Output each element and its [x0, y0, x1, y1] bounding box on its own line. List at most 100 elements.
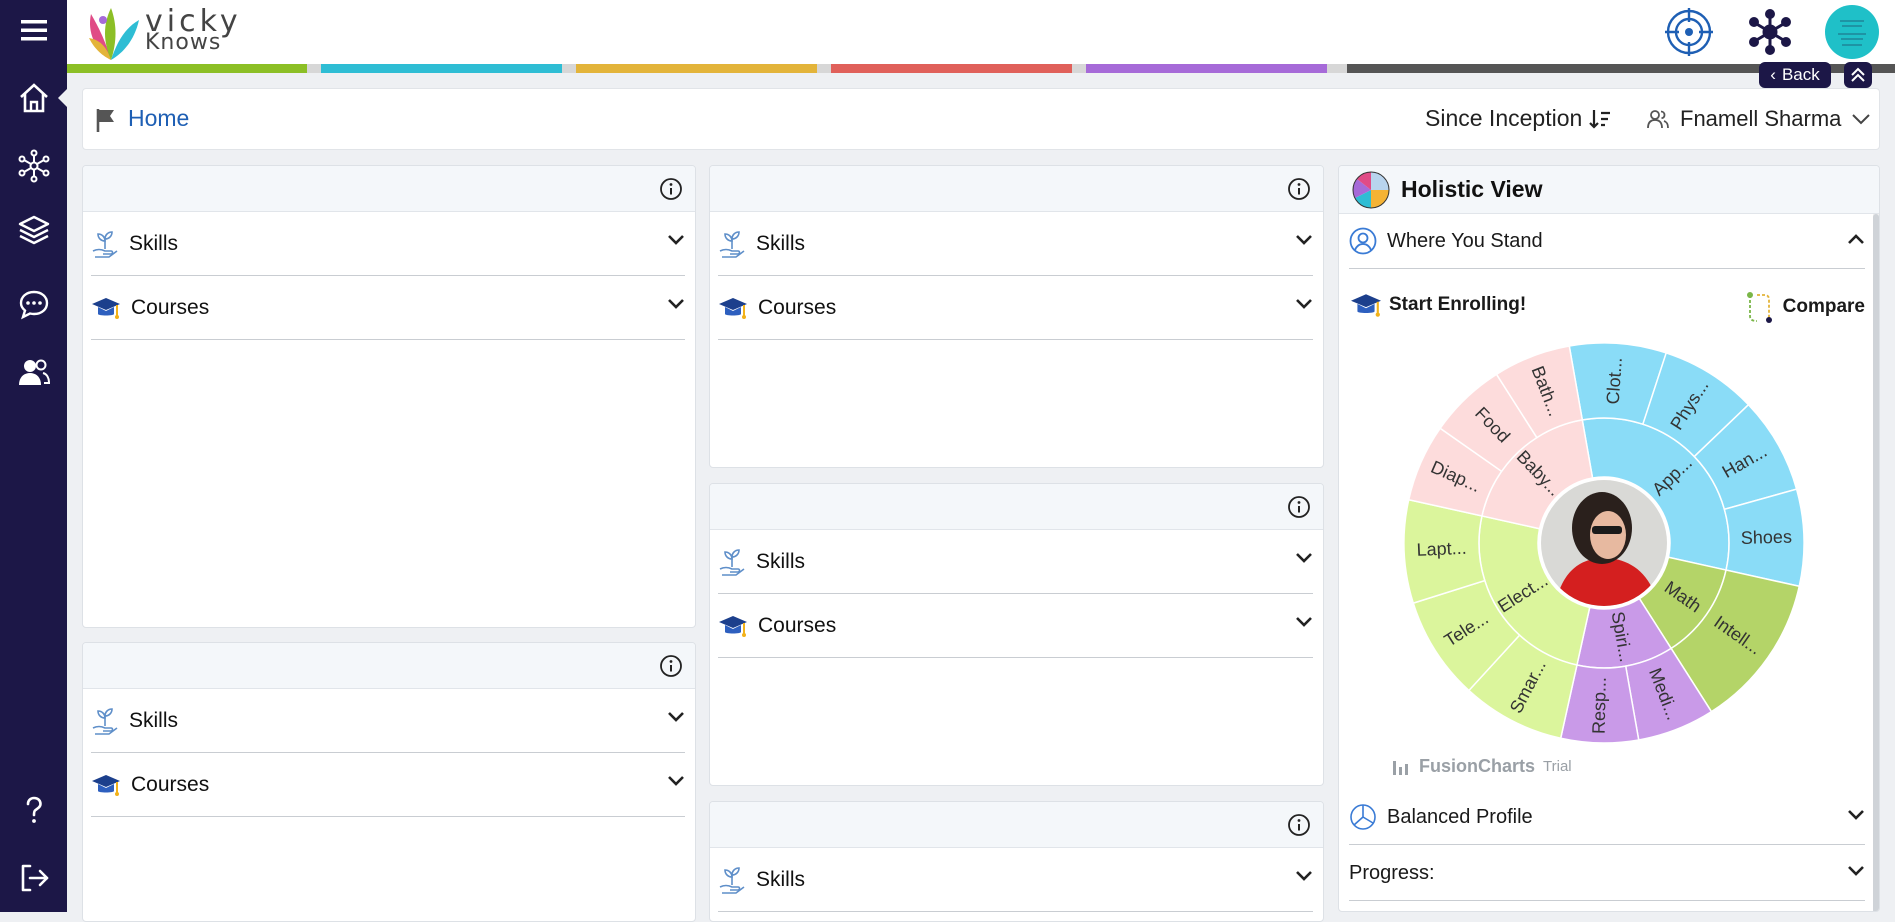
top-bar: vicky Knows: [67, 0, 1895, 64]
info-icon[interactable]: [1287, 177, 1311, 201]
balanced-profile-accordion[interactable]: Balanced Profile: [1349, 790, 1865, 845]
watermark-text: FusionCharts: [1419, 756, 1536, 776]
info-icon[interactable]: [659, 654, 683, 678]
help-icon[interactable]: [0, 782, 67, 838]
courses-accordion[interactable]: Courses: [91, 276, 685, 340]
sunburst-outer-label: Resp...: [1589, 677, 1610, 734]
sidebar: [0, 0, 68, 912]
dashboard-card: Skills Courses: [82, 165, 696, 628]
target-icon[interactable]: [1661, 4, 1717, 60]
info-icon[interactable]: [659, 177, 683, 201]
flag-icon: [96, 109, 114, 132]
logo-mark-icon: [89, 8, 139, 60]
double-chevron-up-icon: [1851, 67, 1865, 82]
card-header: [83, 643, 695, 689]
period-sort-selector[interactable]: Since Inception: [1425, 105, 1612, 132]
skills-accordion[interactable]: Skills: [718, 848, 1313, 912]
color-strip: [67, 64, 1895, 73]
chat-icon[interactable]: [0, 276, 67, 332]
chevron-down-icon: [1296, 235, 1312, 245]
courses-label: Courses: [131, 772, 210, 796]
skills-accordion[interactable]: Skills: [91, 212, 685, 276]
chevron-down-icon: [1296, 553, 1312, 563]
compare-button[interactable]: Compare: [1745, 290, 1865, 324]
fusioncharts-watermark: FusionCharts Trial: [1391, 756, 1572, 777]
skills-label: Skills: [129, 708, 179, 732]
layers-icon[interactable]: [0, 202, 67, 258]
skills-label: Skills: [129, 231, 179, 255]
dashboard-card: Skills Courses: [82, 642, 696, 922]
sort-icon: [1589, 109, 1611, 129]
profile-avatar[interactable]: [1824, 4, 1880, 60]
logo-text-bottom: Knows: [145, 30, 222, 55]
chevron-down-icon: [1848, 866, 1864, 876]
info-icon[interactable]: [1287, 813, 1311, 837]
skills-label: Skills: [756, 549, 806, 573]
skills-plant-icon: [92, 230, 118, 258]
chevron-up-icon: [1848, 234, 1864, 244]
skills-plant-icon: [719, 866, 745, 894]
sunburst-outer-label: Lapt...: [1416, 538, 1467, 560]
watermark-suffix: Trial: [1543, 758, 1572, 775]
user-icon: [1647, 110, 1669, 129]
pie-outline-icon: [1350, 804, 1376, 830]
skills-plant-icon: [92, 707, 118, 735]
holistic-scrollbar[interactable]: [1873, 214, 1879, 911]
courses-accordion[interactable]: Courses: [718, 276, 1313, 340]
card-header: [83, 166, 695, 212]
chevron-down-icon: [1296, 617, 1312, 627]
network-icon[interactable]: [0, 138, 67, 194]
network-hub-icon[interactable]: [1742, 4, 1798, 60]
user-menu[interactable]: Fnamell Sharma: [1646, 106, 1871, 132]
chevron-down-icon: [1852, 114, 1871, 125]
info-icon[interactable]: [1287, 495, 1311, 519]
logout-icon[interactable]: [0, 850, 67, 906]
graduation-cap-icon: [719, 615, 747, 637]
courses-accordion[interactable]: Courses: [91, 753, 685, 817]
holistic-view-panel: Holistic View Where You Stand Start Enro…: [1338, 165, 1880, 912]
graduation-cap-icon: [92, 774, 120, 796]
app-logo[interactable]: vicky Knows: [81, 2, 251, 62]
chevron-down-icon: [668, 776, 684, 786]
courses-label: Courses: [758, 613, 837, 637]
chevron-left-icon: ‹: [1770, 65, 1776, 84]
back-label: Back: [1781, 65, 1820, 84]
compare-icon: [1746, 292, 1772, 323]
graduation-cap-icon: [1351, 294, 1381, 317]
fusioncharts-logo-icon: [1393, 760, 1408, 775]
skills-accordion[interactable]: Skills: [718, 530, 1313, 594]
breadcrumb-home-link[interactable]: Home: [128, 105, 189, 132]
back-button[interactable]: ‹ Back: [1759, 62, 1831, 88]
chevron-down-icon: [1296, 871, 1312, 881]
dashboard-card: Skills: [709, 801, 1324, 922]
card-header: [710, 484, 1323, 530]
skills-accordion[interactable]: Skills: [718, 212, 1313, 276]
start-enrolling-button[interactable]: Start Enrolling!: [1349, 290, 1526, 320]
where-you-stand-accordion[interactable]: Where You Stand: [1349, 214, 1865, 269]
card-header: [710, 802, 1323, 848]
chevron-down-icon: [668, 235, 684, 245]
chevron-down-icon: [668, 712, 684, 722]
courses-accordion[interactable]: Courses: [718, 594, 1313, 658]
breadcrumb: Home Since Inception Fnamell Sharma: [82, 88, 1880, 150]
dashboard-card: Skills Courses: [709, 483, 1324, 786]
skills-label: Skills: [756, 867, 806, 891]
home-icon[interactable]: [0, 70, 67, 126]
courses-label: Courses: [131, 295, 210, 319]
skills-label: Skills: [756, 231, 806, 255]
users-icon[interactable]: [0, 344, 67, 400]
menu-icon[interactable]: [0, 2, 67, 58]
chevron-down-icon: [1848, 810, 1864, 820]
sunburst-outer-label: Clot...: [1603, 357, 1626, 405]
user-name: Fnamell Sharma: [1680, 106, 1842, 131]
chevron-down-icon: [1296, 299, 1312, 309]
active-indicator: [58, 88, 68, 108]
skills-accordion[interactable]: Skills: [91, 689, 685, 753]
holistic-header: Holistic View: [1339, 166, 1879, 214]
collapse-header-button[interactable]: [1844, 62, 1872, 88]
graduation-cap-icon: [719, 297, 747, 319]
dashboard-card: Skills Courses: [709, 165, 1324, 468]
progress-accordion[interactable]: Progress:: [1349, 846, 1865, 901]
start-enrolling-label: Start Enrolling!: [1389, 294, 1527, 315]
chevron-down-icon: [668, 299, 684, 309]
